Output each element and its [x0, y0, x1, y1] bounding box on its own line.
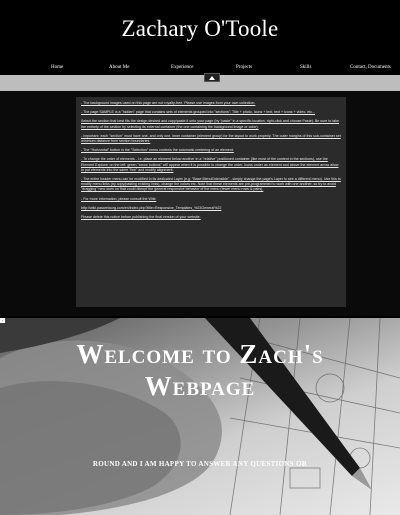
- nav-projects[interactable]: Projects: [236, 65, 252, 70]
- nav-about-me[interactable]: About Me: [109, 65, 129, 70]
- menu-toggle-button[interactable]: [204, 73, 220, 82]
- site-header: Zachary O'Toole: [0, 0, 400, 62]
- broken-image-icon: ▫: [0, 318, 5, 323]
- chevron-up-icon: [209, 76, 215, 80]
- wiki-link[interactable]: http://wiki.pasarelaorg.com/en/index.php…: [81, 206, 341, 211]
- welcome-line: Welcome to Zach's: [76, 339, 324, 369]
- menu-bar: [0, 75, 400, 91]
- notice-paragraph: - For more information, please consult t…: [81, 196, 157, 201]
- main-nav: Home About Me Experience Projects Skills…: [0, 62, 400, 75]
- welcome-line: Webpage: [144, 371, 256, 401]
- notice-paragraph: - The background images used on this pag…: [81, 101, 256, 105]
- notice-paragraph: - To change the order of elements - i.e.…: [81, 157, 339, 172]
- nav-experience[interactable]: Experience: [171, 65, 194, 70]
- site-title: Zachary O'Toole: [121, 16, 279, 41]
- notice-paragraph: - The page SAMPLE is a "hidden" page tha…: [81, 110, 315, 115]
- notice-paragraph: Select the section that best fits the de…: [81, 119, 340, 129]
- notice-paragraph: - The "Horizontal" button in the "Select…: [81, 148, 234, 153]
- notice-paragraph: - Important: each "section" must have on…: [81, 133, 341, 144]
- notice-paragraph: - The entire header menu can be modified…: [81, 177, 341, 192]
- nav-skills[interactable]: Skills: [300, 65, 311, 70]
- template-notice: - The background images used on this pag…: [76, 97, 346, 307]
- hero-tagline: ROUND AND I AM HAPPY TO ANSWER ANY QUEST…: [92, 460, 308, 468]
- nav-home[interactable]: Home: [51, 65, 63, 70]
- welcome-heading: Welcome to Zach's Webpage: [0, 338, 400, 402]
- nav-contact-documents[interactable]: Contact, Documents: [350, 65, 391, 70]
- notice-paragraph: Please delete this notice before publish…: [81, 215, 201, 220]
